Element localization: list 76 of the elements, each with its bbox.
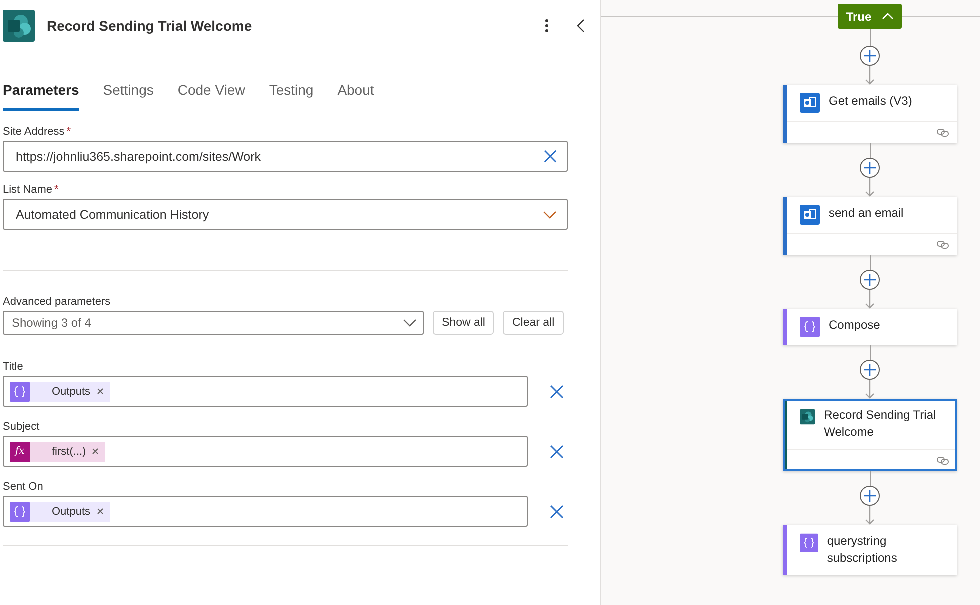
arrow-line bbox=[865, 380, 875, 399]
arrow-line bbox=[865, 66, 875, 85]
action-card[interactable]: querystring subscriptions bbox=[783, 525, 957, 575]
chevron-left-icon bbox=[577, 19, 585, 33]
action-title: Compose bbox=[829, 317, 880, 334]
link-icon bbox=[937, 456, 949, 464]
chevron-down-icon bbox=[543, 210, 557, 218]
link-icon bbox=[937, 128, 949, 136]
sharepoint-icon bbox=[800, 407, 816, 427]
parameter-field[interactable]: Outputs bbox=[3, 376, 528, 407]
variable-icon bbox=[10, 382, 30, 402]
sharepoint-icon bbox=[3, 10, 35, 42]
parameter-field[interactable]: Outputs bbox=[3, 496, 528, 527]
close-icon bbox=[96, 388, 104, 395]
braces-icon bbox=[800, 533, 818, 553]
panel-title: Record Sending Trial Welcome bbox=[47, 18, 254, 34]
field-label: Site Address * bbox=[3, 126, 72, 138]
field-label: Sent On bbox=[3, 481, 44, 493]
add-step-button[interactable] bbox=[860, 360, 880, 380]
action-card[interactable]: send an email bbox=[783, 197, 957, 255]
add-step-button[interactable] bbox=[860, 158, 880, 178]
token-chip: fx first(...) bbox=[10, 442, 106, 462]
tab[interactable]: Parameters bbox=[3, 74, 80, 111]
close-icon bbox=[544, 150, 557, 163]
plus-icon bbox=[864, 162, 876, 174]
field-label: Title bbox=[3, 361, 24, 373]
action-title: Get emails (V3) bbox=[829, 93, 912, 110]
close-icon bbox=[92, 448, 100, 455]
action-title: send an email bbox=[829, 205, 904, 222]
token-chip: Outputs bbox=[10, 502, 110, 522]
tab[interactable]: Code View bbox=[178, 74, 246, 111]
action-title: querystring subscriptions bbox=[827, 533, 898, 567]
action-card[interactable]: Record Sending Trial Welcome bbox=[783, 399, 957, 471]
plus-icon bbox=[864, 50, 876, 62]
branch-badge[interactable]: True bbox=[838, 4, 902, 29]
plus-icon bbox=[864, 274, 876, 286]
action-title: Record Sending Trial Welcome bbox=[824, 407, 938, 441]
expression-icon: fx bbox=[10, 442, 30, 462]
list-name-dropdown[interactable]: Automated Communication History bbox=[3, 199, 568, 230]
action-card[interactable]: Compose bbox=[783, 309, 957, 345]
tab[interactable]: Settings bbox=[103, 74, 154, 111]
plus-icon bbox=[864, 364, 876, 376]
field-label: List Name * bbox=[3, 184, 60, 196]
toolbar-button[interactable]: Show all bbox=[433, 311, 494, 335]
chevron-down-icon bbox=[403, 319, 417, 327]
remove-token-button[interactable] bbox=[92, 448, 100, 455]
arrow-line bbox=[865, 290, 875, 309]
arrow-line bbox=[865, 178, 875, 197]
token-chip: Outputs bbox=[10, 382, 110, 402]
site-address-field[interactable]: https://johnliu365.sharepoint.com/sites/Work bbox=[3, 141, 568, 172]
add-step-button[interactable] bbox=[860, 486, 880, 506]
link-icon bbox=[937, 240, 949, 248]
outlook-icon bbox=[800, 205, 820, 225]
plus-icon bbox=[864, 490, 876, 502]
tab[interactable]: Testing bbox=[269, 74, 314, 111]
parameter-field[interactable]: fx first(...) bbox=[3, 436, 528, 467]
chevron-up-icon bbox=[882, 13, 894, 20]
add-step-button[interactable] bbox=[860, 46, 880, 66]
remove-token-button[interactable] bbox=[96, 388, 104, 395]
toolbar-button[interactable]: Clear all bbox=[503, 311, 564, 335]
tab[interactable]: About bbox=[338, 74, 374, 111]
close-icon bbox=[96, 508, 104, 515]
add-step-button[interactable] bbox=[860, 270, 880, 290]
close-icon bbox=[550, 384, 564, 398]
arrow-line bbox=[865, 506, 875, 525]
close-icon bbox=[550, 444, 564, 458]
field-label: Subject bbox=[3, 421, 41, 433]
outlook-icon bbox=[800, 93, 820, 113]
more-icon bbox=[545, 19, 549, 33]
close-icon bbox=[550, 504, 564, 518]
advanced-parameters-dropdown[interactable]: Showing 3 of 4 bbox=[3, 311, 424, 335]
action-card[interactable]: Get emails (V3) bbox=[783, 85, 957, 143]
braces-icon bbox=[800, 317, 820, 337]
variable-icon bbox=[10, 502, 30, 522]
field-label: Advanced parameters bbox=[3, 296, 112, 308]
remove-token-button[interactable] bbox=[96, 508, 104, 515]
